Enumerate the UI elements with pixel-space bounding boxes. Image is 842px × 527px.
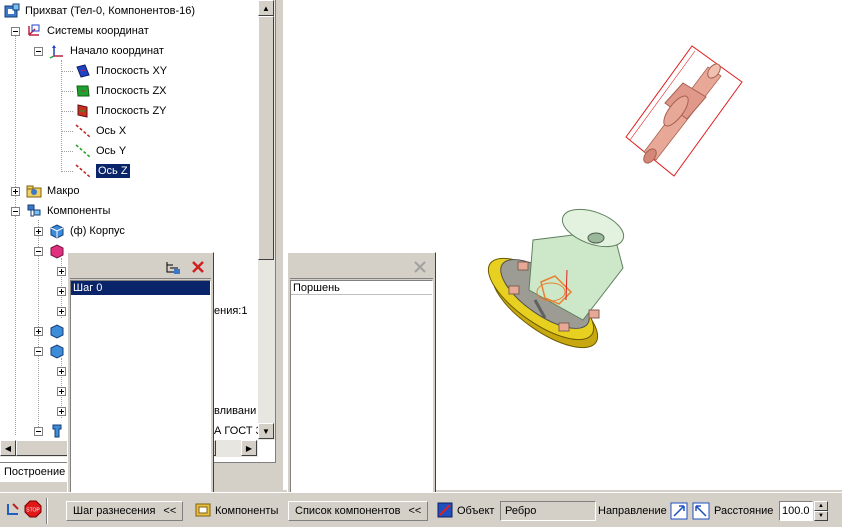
origin-axes-icon [49,43,65,59]
expand-toggle[interactable] [57,366,66,376]
plane-zx-icon [75,83,91,99]
axis-x-icon [75,123,91,139]
expand-toggle[interactable] [57,386,66,396]
part-icon [49,343,65,359]
collapse-toggle[interactable] [34,246,43,256]
object-selector[interactable]: Объект [436,501,494,521]
list-item[interactable]: Шаг 0 [71,281,210,295]
scroll-down-arrow-icon[interactable]: ▼ [258,423,274,439]
tree-item-part[interactable] [34,421,70,440]
tree-item-part[interactable] [34,321,70,341]
coord-system-icon [26,23,42,39]
close-icon[interactable] [190,259,206,275]
expand-toggle[interactable] [34,326,43,336]
part-icon [49,243,65,259]
scroll-up-arrow-icon[interactable]: ▲ [258,0,274,16]
tree-item-partial-text-3: А ГОСТ 3 [214,425,258,437]
expand-toggle[interactable] [34,226,43,236]
housing-model[interactable] [476,202,628,362]
part-icon [49,323,65,339]
tab-build[interactable]: Построение [0,463,71,482]
collapse-toggle[interactable] [34,46,43,56]
object-value-field[interactable]: Ребро [500,501,596,521]
components-list[interactable]: Поршень [290,280,433,493]
components-toolbar-icon [194,501,212,522]
plane-zy-icon [75,103,91,119]
tree-vertical-scrollbar[interactable]: ▲ ▼ [258,0,275,440]
collapse-toggle[interactable] [11,26,20,36]
undo-icon[interactable] [4,499,22,519]
axis-z-icon [75,163,91,179]
step-down-arrow-icon[interactable]: ▼ [814,511,828,521]
properties-toolbar: STOP Шаг разнесения << Компоненты Список… [0,492,842,527]
direction-icon[interactable] [670,501,688,521]
components-panel: Поршень [287,252,436,496]
close-icon[interactable] [412,259,428,275]
steps-panel: Шаг 0 [67,252,214,496]
axis-y-icon [75,143,91,159]
components-panel-header [290,255,433,279]
components-button[interactable]: Компоненты [194,501,278,521]
tree-item-coord-systems[interactable]: Системы координат [11,21,149,41]
tree-item-plane-xy[interactable]: Плоскость XY [75,61,167,81]
collapse-toggle[interactable] [34,426,43,436]
tree-item-origin[interactable]: Начало координат [34,41,164,61]
fastener-icon [49,423,65,439]
piston-model[interactable] [625,45,743,177]
tree-item-axis-x[interactable]: Ось X [75,121,126,141]
distance-input[interactable]: 100.0 [779,501,813,521]
tree-item-macro[interactable]: Макро [11,181,79,201]
collapse-toggle[interactable] [11,206,20,216]
step-options-icon[interactable] [164,259,182,275]
tree-item-part-hidden[interactable] [34,241,70,261]
direction-label: Направление [598,505,667,517]
expand-toggle[interactable] [57,266,66,276]
part-icon [49,223,65,239]
explode-step-button[interactable]: Шаг разнесения << [66,501,184,521]
components-icon [26,203,42,219]
stop-icon[interactable]: STOP [24,499,42,519]
scroll-left-arrow-icon[interactable]: ◀ [0,440,16,456]
scroll-thumb[interactable] [258,16,274,260]
tree-item-partial-text-2: вливани [214,405,257,417]
expand-toggle[interactable] [57,286,66,296]
tree-item-plane-zx[interactable]: Плоскость ZX [75,81,167,101]
steps-panel-header [70,255,211,279]
tree-item-body[interactable]: (ф) Корпус [34,221,125,241]
expand-toggle[interactable] [57,406,66,416]
tree-item-plane-zy[interactable]: Плоскость ZY [75,101,167,121]
tree-item-partial-text-1: ения:1 [214,305,248,317]
tree-item-part[interactable] [34,341,70,361]
distance-stepper[interactable]: ▲ ▼ [814,501,828,521]
scroll-right-arrow-icon[interactable]: ▶ [241,440,257,456]
expand-toggle[interactable] [57,306,66,316]
macro-icon [26,183,42,199]
reverse-direction-icon[interactable] [692,501,710,521]
tree-root[interactable]: Прихват (Тел-0, Компонентов-16) [4,1,195,21]
tree-item-axis-y[interactable]: Ось Y [75,141,126,161]
object-icon [436,501,454,522]
expand-toggle[interactable] [11,186,20,196]
tree-item-components[interactable]: Компоненты [11,201,110,221]
tree-root-label: Прихват (Тел-0, Компонентов-16) [25,5,196,17]
plane-xy-icon [75,63,91,79]
steps-list[interactable]: Шаг 0 [70,280,211,493]
component-list-button[interactable]: Список компонентов << [288,501,429,521]
stop-label: STOP [26,508,40,514]
assembly-icon [4,3,20,19]
collapse-toggle[interactable] [34,346,43,356]
distance-label: Расстояние [714,505,774,517]
step-up-arrow-icon[interactable]: ▲ [814,501,828,511]
tree-item-axis-z[interactable]: Ось Z [75,161,130,181]
list-item[interactable]: Поршень [291,281,432,295]
